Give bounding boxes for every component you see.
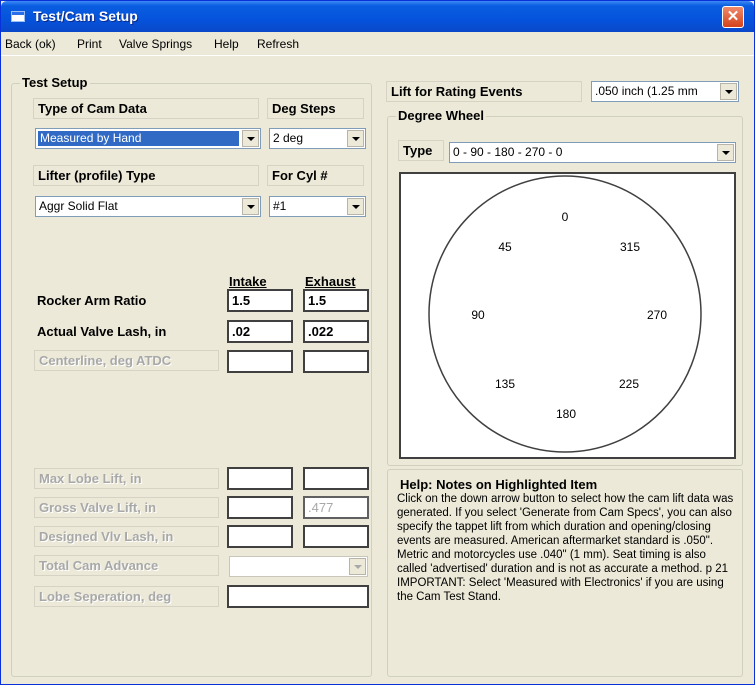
valve-lash-exhaust-input[interactable]: .022 [303, 320, 369, 343]
total-cam-advance-label: Total Cam Advance [34, 555, 219, 576]
menu-refresh[interactable]: Refresh [257, 37, 299, 51]
exhaust-column-header: Exhaust [305, 274, 356, 289]
type-of-cam-data-label: Type of Cam Data [33, 98, 259, 119]
rocker-ratio-intake-input[interactable]: 1.5 [227, 289, 293, 312]
lifter-type-label: Lifter (profile) Type [33, 165, 259, 186]
lift-rating-label: Lift for Rating Events [386, 81, 582, 102]
rocker-ratio-exhaust-input[interactable]: 1.5 [303, 289, 369, 312]
degree-wheel-svg: 0 315 270 225 180 135 90 45 [428, 175, 702, 453]
menu-help[interactable]: Help [214, 37, 239, 51]
actual-valve-lash-label: Actual Valve Lash, in [37, 324, 167, 339]
designed-valve-lash-label: Designed Vlv Lash, in [34, 526, 219, 547]
wheel-mark-270: 270 [647, 308, 667, 322]
designed-lash-intake-input[interactable] [227, 525, 293, 548]
wheel-mark-0: 0 [562, 210, 569, 224]
max-lobe-lift-label: Max Lobe Lift, in [34, 468, 219, 489]
degree-wheel-title: Degree Wheel [396, 108, 486, 123]
gross-valve-lift-label: Gross Valve Lift, in [34, 497, 219, 518]
help-text: Click on the down arrow button to select… [397, 493, 734, 603]
wheel-type-label: Type [398, 140, 444, 161]
wheel-type-dropdown-arrow-icon[interactable] [717, 144, 734, 161]
wheel-mark-45: 45 [498, 240, 512, 254]
valve-lash-intake-input[interactable]: .02 [227, 320, 293, 343]
test-cam-setup-window: Test/Cam Setup ✕ Back (ok) Print Valve S… [0, 0, 755, 685]
centerline-exhaust-input[interactable] [303, 350, 369, 373]
help-title: Help: Notes on Highlighted Item [400, 477, 598, 492]
for-cyl-select[interactable]: #1 [269, 196, 366, 217]
lift-rating-dropdown-arrow-icon[interactable] [720, 83, 737, 100]
test-setup-title: Test Setup [20, 75, 90, 90]
lifter-type-dropdown-arrow-icon[interactable] [242, 198, 259, 215]
lift-rating-value: .050 inch (1.25 mm [595, 84, 698, 98]
total-cam-advance-select[interactable] [229, 556, 368, 577]
cam-data-dropdown-arrow-icon[interactable] [242, 130, 259, 147]
deg-steps-select[interactable]: 2 deg [269, 128, 366, 149]
total-cam-advance-arrow-icon[interactable] [349, 558, 366, 575]
lifter-type-select[interactable]: Aggr Solid Flat [35, 196, 261, 217]
lobe-separation-input[interactable] [227, 585, 369, 608]
degree-wheel-canvas[interactable]: 0 315 270 225 180 135 90 45 [399, 172, 736, 459]
help-notes-panel: Help: Notes on Highlighted Item Click on… [387, 469, 743, 677]
wheel-mark-135: 135 [495, 377, 515, 391]
for-cyl-label: For Cyl # [267, 165, 364, 186]
centerline-label: Centerline, deg ATDC [34, 350, 219, 371]
deg-steps-value: 2 deg [273, 131, 304, 145]
lifter-type-value: Aggr Solid Flat [39, 199, 118, 213]
wheel-mark-180: 180 [556, 407, 576, 421]
wheel-mark-225: 225 [619, 377, 639, 391]
gross-valve-lift-exhaust-input[interactable]: .477 [303, 496, 369, 519]
cam-data-type-value: Measured by Hand [38, 131, 239, 146]
centerline-intake-input[interactable] [227, 350, 293, 373]
deg-steps-label: Deg Steps [267, 98, 364, 119]
lift-rating-select[interactable]: .050 inch (1.25 mm [591, 81, 739, 102]
close-button[interactable]: ✕ [722, 6, 744, 28]
menu-bar: Back (ok) Print Valve Springs Help Refre… [1, 32, 754, 56]
window-icon [11, 11, 25, 22]
designed-lash-exhaust-input[interactable] [303, 525, 369, 548]
for-cyl-value: #1 [273, 199, 287, 213]
wheel-type-select[interactable]: 0 - 90 - 180 - 270 - 0 [449, 142, 736, 163]
gross-valve-lift-intake-input[interactable] [227, 496, 293, 519]
menu-print[interactable]: Print [77, 37, 102, 51]
intake-column-header: Intake [229, 274, 267, 289]
wheel-mark-90: 90 [471, 308, 485, 322]
max-lobe-lift-exhaust-input[interactable] [303, 467, 369, 490]
cam-data-type-select[interactable]: Measured by Hand [35, 128, 261, 149]
menu-valve-springs[interactable]: Valve Springs [119, 37, 192, 51]
max-lobe-lift-intake-input[interactable] [227, 467, 293, 490]
rocker-arm-ratio-label: Rocker Arm Ratio [37, 293, 147, 308]
wheel-mark-315: 315 [620, 240, 640, 254]
wheel-type-value: 0 - 90 - 180 - 270 - 0 [453, 145, 563, 159]
for-cyl-dropdown-arrow-icon[interactable] [347, 198, 364, 215]
deg-steps-dropdown-arrow-icon[interactable] [347, 130, 364, 147]
lobe-separation-label: Lobe Seperation, deg [34, 586, 219, 607]
window-title: Test/Cam Setup [33, 8, 138, 24]
menu-back-ok[interactable]: Back (ok) [5, 37, 56, 51]
title-bar[interactable]: Test/Cam Setup ✕ [1, 1, 754, 32]
